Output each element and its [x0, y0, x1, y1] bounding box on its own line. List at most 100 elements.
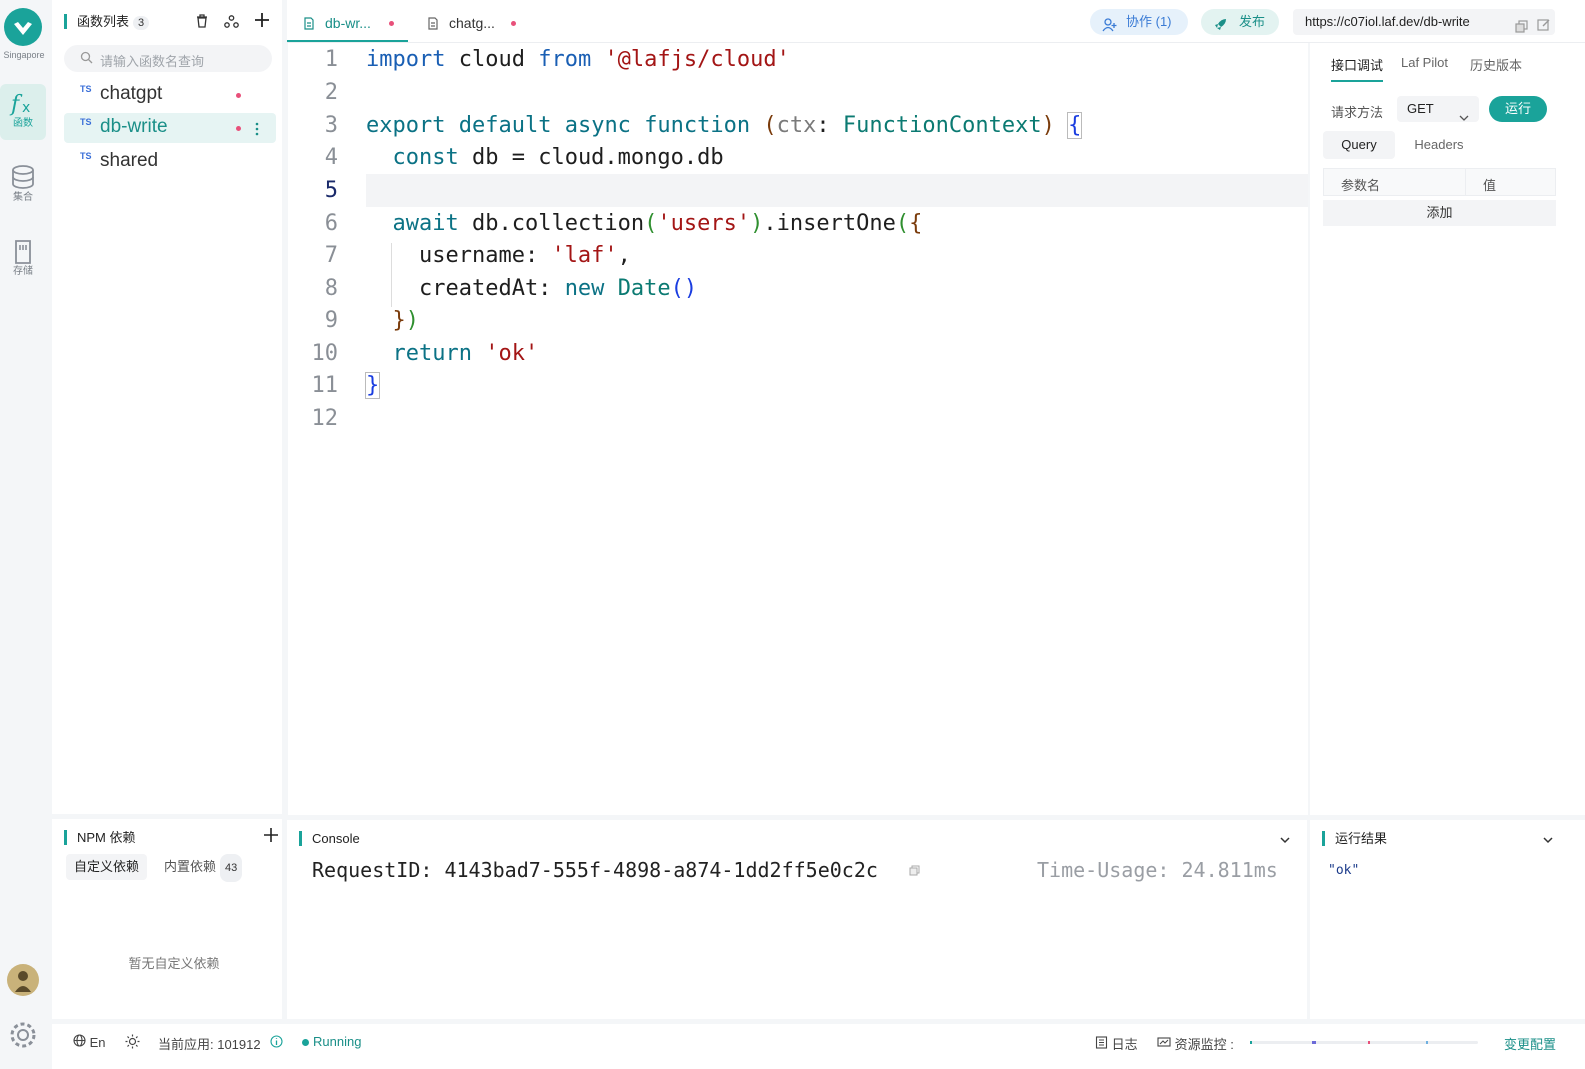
current-line-highlight [366, 174, 1308, 207]
line-number: 8 [324, 276, 338, 301]
tab-api-debug[interactable]: 接口调试 [1331, 55, 1384, 82]
debug-panel: 接口调试 Laf Pilot 历史版本 请求方法 GET 运行 Query He… [1310, 43, 1585, 815]
rail-item-label: 函数 [13, 118, 33, 129]
rail-item-collections[interactable]: 集合 [0, 158, 46, 214]
tab-query[interactable]: Query [1323, 131, 1395, 159]
copy-icon[interactable] [1515, 16, 1528, 42]
rail-item-storage[interactable]: 存储 [0, 232, 46, 288]
collaborate-button[interactable]: 协作 (1) [1090, 9, 1188, 35]
language-label: En [89, 1035, 106, 1050]
line-number: 5 [324, 178, 338, 203]
code-line-3: export default async function (ctx: Func… [366, 112, 1083, 139]
empty-deps-text: 暂无自定义依赖 [128, 956, 220, 971]
col-value: 值 [1483, 178, 1497, 193]
copy-request-id-icon[interactable] [909, 864, 920, 882]
running-status-dot [302, 1039, 309, 1046]
result-value: "ok" [1328, 863, 1360, 878]
trash-icon[interactable] [195, 14, 209, 33]
publish-label: 发布 [1239, 14, 1266, 29]
resource-usage-bars [1250, 1041, 1478, 1044]
function-count-badge: 3 [133, 16, 150, 30]
collaborate-label: 协作 (1) [1126, 14, 1172, 29]
rail-item-functions[interactable]: fx 函数 [0, 84, 46, 140]
function-list-title: 函数列表 [64, 14, 130, 29]
cpu-bar [1250, 1041, 1252, 1044]
storage-icon [0, 232, 46, 264]
tab-chatgpt[interactable]: chatg... [411, 4, 531, 42]
add-function-icon[interactable] [253, 11, 271, 34]
unsaved-dot [236, 126, 241, 131]
function-name: shared [100, 150, 159, 171]
code-line-6: await db.collection('users').insertOne({ [392, 211, 923, 236]
time-usage: Time-Usage: 24.811ms [1037, 858, 1278, 882]
more-vertical-icon[interactable] [254, 120, 260, 142]
search-placeholder: 请输入函数名查询 [100, 54, 205, 69]
params-table-header: 参数名 值 [1323, 168, 1556, 196]
code-line-1: import cloud from '@lafjs/cloud' [366, 47, 790, 72]
editor-tabbar: db-wr... chatg... 协作 (1) 发布 https://c07i… [287, 0, 1585, 43]
method-value: GET [1407, 101, 1434, 116]
tab-history[interactable]: 历史版本 [1470, 55, 1522, 74]
request-id: RequestID: 4143bad7-555f-4898-a874-1dd2f… [312, 858, 878, 882]
tab-builtin-deps[interactable]: 内置依赖 43 [164, 854, 243, 882]
code-line-8: createdAt: new Date() [366, 276, 698, 301]
tab-headers[interactable]: Headers [1403, 131, 1475, 159]
settings-gear-icon[interactable] [8, 1020, 38, 1055]
globe-icon [73, 1034, 86, 1047]
run-button[interactable]: 运行 [1489, 96, 1547, 122]
tab-label: db-wr... [325, 15, 371, 31]
region-label: Singapore [3, 50, 45, 60]
line-number: 11 [311, 373, 339, 398]
resource-monitor[interactable]: 资源监控 : [1157, 1034, 1234, 1053]
console-title: Console [299, 831, 360, 846]
publish-button[interactable]: 发布 [1201, 9, 1279, 35]
code-line-9: }) [392, 308, 420, 333]
col-param-name: 参数名 [1341, 178, 1381, 193]
code-line-10: return 'ok' [392, 341, 539, 366]
method-label: 请求方法 [1331, 105, 1384, 120]
tab-custom-deps[interactable]: 自定义依赖 [66, 854, 148, 880]
line-number: 6 [324, 211, 338, 236]
edit-icon[interactable] [1537, 15, 1551, 41]
line-number: 12 [311, 406, 339, 431]
chevron-down-icon [1459, 105, 1469, 131]
current-app: 当前应用: 101912 [158, 1037, 261, 1052]
theme-sun-icon[interactable] [125, 1034, 140, 1054]
npm-title: NPM 依赖 [64, 830, 136, 845]
file-icon [303, 17, 315, 33]
svg-text:f: f [9, 92, 23, 117]
avatar[interactable] [7, 964, 39, 996]
function-url-field[interactable]: https://c07iol.laf.dev/db-write [1293, 9, 1555, 35]
function-item-chatgpt[interactable]: TS chatgpt [64, 80, 276, 110]
logs-label: 日志 [1111, 1037, 1138, 1052]
chevron-down-icon[interactable] [1542, 832, 1554, 850]
change-config-link[interactable]: 变更配置 [1504, 1034, 1556, 1053]
function-search-input[interactable]: 请输入函数名查询 [64, 45, 272, 72]
code-editor[interactable]: 1 2 3 4 5 6 7 8 9 10 11 12 import cloud … [288, 43, 1308, 815]
add-param-button[interactable]: 添加 [1323, 200, 1556, 226]
log-icon [1095, 1036, 1108, 1049]
line-number: 4 [324, 145, 338, 170]
tab-db-write[interactable]: db-wr... [287, 4, 408, 42]
add-dependency-icon[interactable] [263, 827, 279, 848]
unsaved-dot [511, 21, 516, 26]
tab-label: chatg... [449, 15, 495, 31]
webhook-icon[interactable] [224, 14, 239, 34]
rail-item-label: 存储 [13, 266, 33, 277]
left-rail: Singapore fx 函数 集合 存储 [0, 0, 48, 1069]
function-item-shared[interactable]: TS shared [64, 147, 276, 177]
function-item-db-write[interactable]: TS db-write [64, 113, 276, 143]
function-list-panel: 函数列表 3 请输入函数名查询 TS chatgpt TS db-write TS… [52, 0, 282, 814]
function-url: https://c07iol.laf.dev/db-write [1305, 14, 1470, 29]
logs-button[interactable]: 日志 [1095, 1034, 1138, 1053]
method-select[interactable]: GET [1397, 96, 1479, 122]
storage-bar [1426, 1041, 1428, 1044]
line-number: 1 [324, 47, 338, 72]
code-line-7: username: 'laf', [366, 243, 631, 268]
info-icon[interactable] [270, 1035, 283, 1053]
language-switch[interactable]: En [73, 1034, 106, 1050]
chevron-down-icon[interactable] [1279, 832, 1291, 850]
function-name: chatgpt [100, 83, 163, 104]
tab-laf-pilot[interactable]: Laf Pilot [1401, 55, 1448, 70]
line-number: 7 [324, 243, 338, 268]
